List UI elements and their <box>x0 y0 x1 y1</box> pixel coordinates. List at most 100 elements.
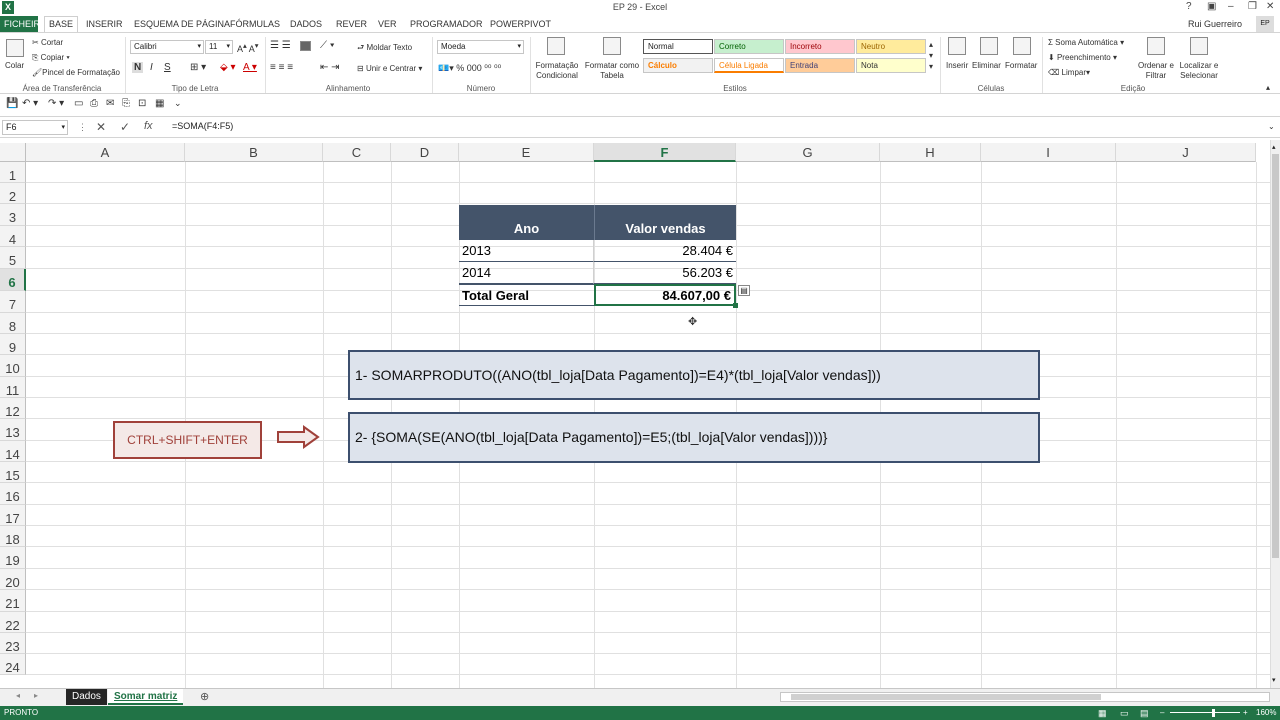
table-cell-valor-2014[interactable]: 56.203 € <box>594 262 736 284</box>
expand-formula-icon[interactable]: ⌄ <box>1268 122 1275 131</box>
style-entrada[interactable]: Entrada <box>785 58 855 73</box>
minimize-icon[interactable]: – <box>1228 1 1234 12</box>
tab-powerpivot[interactable]: POWERPIVOT <box>486 18 555 32</box>
sort-filter-button[interactable]: Ordenar e Filtrar <box>1134 61 1178 81</box>
mail-icon[interactable]: ✉ <box>106 98 114 109</box>
row-header[interactable]: 13 <box>0 419 26 441</box>
align-left-icon[interactable]: ≡ ≡ ≡ <box>270 62 293 73</box>
orientation-icon[interactable]: ⟋ ▾ <box>320 40 335 51</box>
next-sheet-icon[interactable]: ▸ <box>34 691 38 700</box>
row-header[interactable]: 12 <box>0 398 26 419</box>
row-header[interactable]: 1 <box>0 162 26 183</box>
table-header-ano[interactable]: Ano <box>459 205 594 240</box>
spell-check-icon[interactable]: ⎘ <box>122 98 130 109</box>
row-header[interactable]: 8 <box>0 313 26 334</box>
wrap-text-button[interactable]: ⮐ Moldar Texto <box>357 42 412 56</box>
table-cell-ano-2014[interactable]: 2014 <box>459 262 594 284</box>
fill-handle[interactable] <box>733 303 738 308</box>
style-celula-ligada[interactable]: Célula Ligada <box>714 58 784 73</box>
style-neutro[interactable]: Neutro <box>856 39 926 54</box>
tab-inserir[interactable]: INSERIR <box>82 18 127 32</box>
copy-button[interactable]: ⎘ Copiar ▾ <box>32 53 70 63</box>
table-cell-total-label[interactable]: Total Geral <box>459 284 594 306</box>
conditional-format-button[interactable]: Formatação Condicional <box>532 61 582 81</box>
zoom-level[interactable]: 160% <box>1256 706 1276 720</box>
delete-button[interactable]: Eliminar <box>972 61 1001 70</box>
col-header-b[interactable]: B <box>185 143 323 162</box>
collapse-ribbon-icon[interactable]: ▴ <box>1266 83 1270 92</box>
binoculars-icon[interactable] <box>1190 37 1208 55</box>
fill-button[interactable]: ⬇ Preenchimento ▾ <box>1048 53 1117 62</box>
col-header-f[interactable]: F <box>594 143 736 162</box>
align-bottom-icon[interactable] <box>300 41 311 51</box>
avatar[interactable]: EP <box>1256 16 1274 32</box>
name-box[interactable]: F6 ▾ <box>2 120 68 135</box>
row-header[interactable]: 14 <box>0 441 26 462</box>
formula-input[interactable]: =SOMA(F4:F5) <box>168 120 1268 135</box>
autosum-button[interactable]: Σ Soma Automática ▾ <box>1048 38 1124 47</box>
sheet-tab-somar-matriz[interactable]: Somar matriz <box>108 689 184 705</box>
col-header-d[interactable]: D <box>391 143 459 162</box>
italic-button[interactable]: I <box>150 62 153 73</box>
view-layout-icon[interactable]: ▭ <box>1120 706 1129 720</box>
insert-button[interactable]: Inserir <box>946 61 968 70</box>
scroll-up-icon[interactable]: ▴ <box>1272 143 1276 151</box>
col-header-j[interactable]: J <box>1116 143 1256 162</box>
vertical-scrollbar[interactable]: ▴ ▾ <box>1270 140 1280 688</box>
sort-filter-icon[interactable] <box>1147 37 1165 55</box>
paste-button[interactable]: Colar <box>5 61 24 70</box>
add-sheet-icon[interactable]: ⊕ <box>200 690 209 703</box>
merge-center-button[interactable]: ⊟ Unir e Centrar ▾ <box>357 64 422 73</box>
view-normal-icon[interactable]: ▦ <box>1098 706 1107 720</box>
close-icon[interactable]: ✕ <box>1266 1 1274 12</box>
zoom-slider[interactable] <box>1170 712 1240 713</box>
style-nota[interactable]: Nota <box>856 58 926 73</box>
hscroll-thumb[interactable] <box>791 694 1101 700</box>
undo-icon[interactable]: ↶ ▾ <box>22 98 38 109</box>
styles-scroll-button[interactable]: ▴ ▾ ▾ <box>929 39 933 72</box>
scroll-thumb[interactable] <box>1272 154 1279 558</box>
style-normal[interactable]: Normal <box>643 39 713 54</box>
paste-icon[interactable] <box>6 39 24 57</box>
style-calculo[interactable]: Cálculo <box>643 58 713 73</box>
ribbon-display-icon[interactable]: ▣ <box>1207 1 1216 12</box>
tab-dados[interactable]: DADOS <box>286 18 326 32</box>
format-button[interactable]: Formatar <box>1005 61 1037 70</box>
user-name[interactable]: Rui Guerreiro <box>1188 19 1242 29</box>
col-header-a[interactable]: A <box>26 143 185 162</box>
insert-cells-icon[interactable] <box>948 37 966 55</box>
sheet-icon[interactable]: ▦ <box>155 98 164 109</box>
row-header[interactable]: 7 <box>0 291 26 313</box>
insert-function-icon[interactable]: fx <box>144 120 153 132</box>
tab-esquema[interactable]: ESQUEMA DE PÁGINA <box>130 18 234 32</box>
worksheet-grid[interactable]: A B C D E F G H I J 1 2 3 4 5 6 7 8 9 10 11 12 13 14 1… <box>0 143 1270 688</box>
table-cell-valor-2013[interactable]: 28.404 € <box>594 240 736 262</box>
col-header-e[interactable]: E <box>459 143 594 162</box>
row-header[interactable]: 10 <box>0 355 26 377</box>
table-header-valor[interactable]: Valor vendas <box>594 205 736 240</box>
font-size-select[interactable]: 11 ▾ <box>205 40 233 54</box>
fill-color-icon[interactable]: ⬙ ▾ <box>220 62 236 73</box>
new-file-icon[interactable]: ▭ <box>74 98 83 109</box>
row-header[interactable]: 11 <box>0 377 26 398</box>
indent-icon[interactable]: ⇤ ⇥ <box>320 62 340 73</box>
sheet-tab-dados[interactable]: Dados <box>66 689 107 705</box>
format-table-icon[interactable] <box>603 37 621 55</box>
style-incorreto[interactable]: Incorreto <box>785 39 855 54</box>
print-preview-icon[interactable]: ⎙ <box>90 98 98 109</box>
tab-ver[interactable]: VER <box>374 18 401 32</box>
row-header[interactable]: 9 <box>0 334 26 355</box>
view-pagebreak-icon[interactable]: ▤ <box>1140 706 1149 720</box>
restore-icon[interactable]: ❐ <box>1248 1 1257 12</box>
row-header[interactable]: 16 <box>0 483 26 505</box>
tab-formulas[interactable]: FÓRMULAS <box>226 18 284 32</box>
select-all-corner[interactable] <box>0 143 26 162</box>
grow-font-button[interactable]: A▴ A▾ <box>237 41 259 54</box>
bold-button[interactable]: N <box>132 62 144 73</box>
style-correto[interactable]: Correto <box>714 39 784 54</box>
cancel-icon[interactable]: ✕ <box>96 120 106 134</box>
number-format-select[interactable]: Moeda ▾ <box>437 40 524 54</box>
delete-cells-icon[interactable] <box>980 37 998 55</box>
row-header[interactable]: 17 <box>0 505 26 526</box>
row-header[interactable]: 23 <box>0 633 26 654</box>
